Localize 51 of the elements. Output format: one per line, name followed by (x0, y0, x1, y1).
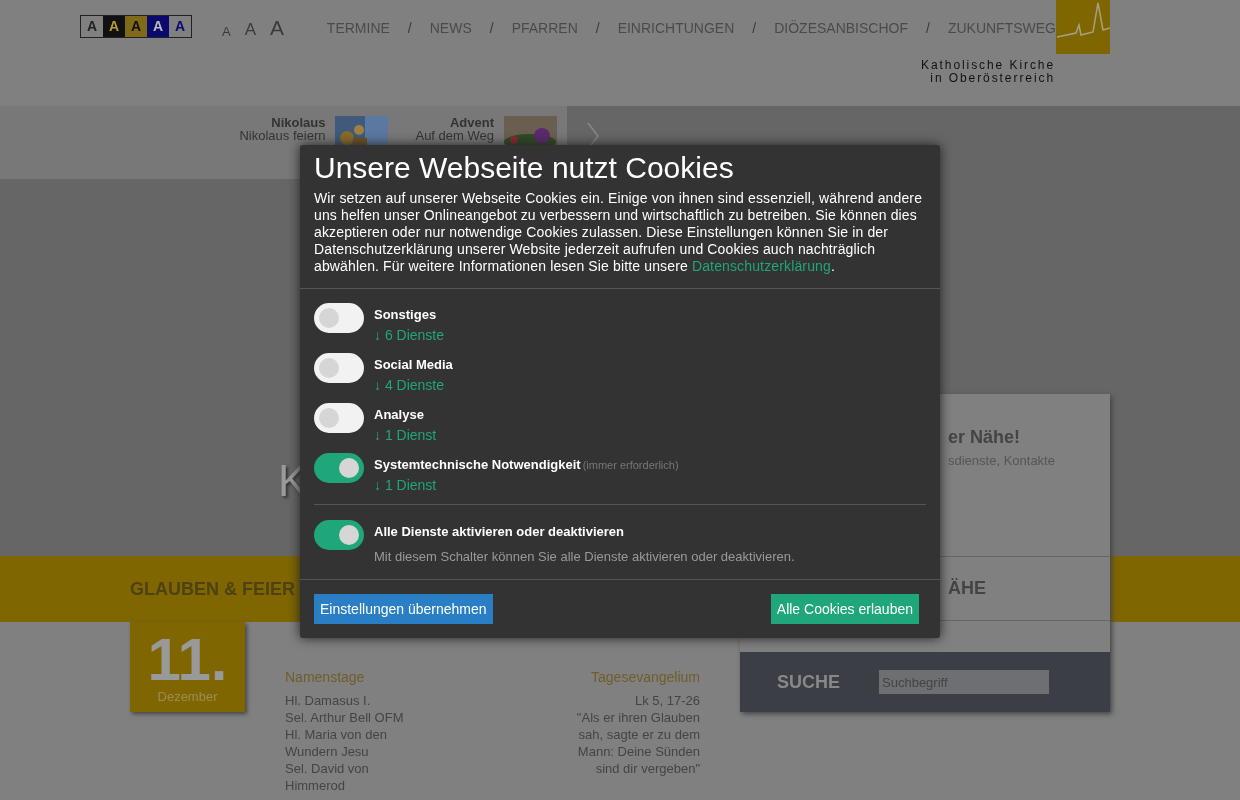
dialog-title: Unsere Webseite nutzt Cookies (314, 150, 735, 186)
name-entry: Hl. Damasus I. (285, 692, 372, 709)
toggle-switch[interactable] (314, 453, 364, 483)
master-label: Alle Dienste aktivieren oder deaktivieren (374, 523, 625, 541)
name-entry: Sel. Arthur Bell OFM (285, 709, 405, 726)
privacy-link[interactable]: Datenschutzerklärung (691, 258, 831, 274)
section-heading: Tagesevangelium (591, 668, 700, 687)
category-name: Analyse (374, 406, 424, 424)
contrast-option[interactable]: A (147, 16, 169, 37)
contrast-option[interactable]: A (125, 16, 147, 37)
toggle-switch[interactable] (314, 520, 364, 550)
category-note: (immer erforderlich) (582, 458, 679, 473)
teaser-title[interactable]: Advent (449, 116, 494, 129)
category-name: Social Media (374, 356, 453, 374)
accept-all-button[interactable]: Alle Cookies erlauben (770, 594, 919, 624)
gospel-quote: "Als er ihren Glauben sah, sagte er zu dem Mann: Deine Sünden sind dir vergeben" (575, 709, 700, 777)
logo-text: Katholische Kirche in Oberösterreich (921, 59, 1055, 85)
nav-separator: / (752, 19, 757, 38)
category-name: Sonstiges (374, 306, 437, 324)
nav-separator: / (407, 19, 412, 38)
search-label: SUCHE (777, 670, 840, 694)
card-title: er Nähe! (948, 426, 1022, 449)
nav-separator: / (595, 19, 600, 38)
save-settings-button[interactable]: Einstellungen übernehmen (314, 594, 493, 624)
contrast-option[interactable]: A (103, 16, 125, 37)
teaser-subtitle: Auf dem Weg (415, 129, 494, 142)
card-section-title: ÄHE (948, 577, 986, 600)
logo-icon (1056, 0, 1110, 54)
nav-separator: / (489, 19, 494, 38)
toggle-switch[interactable] (314, 303, 364, 333)
section-heading: Namenstage (285, 668, 366, 687)
name-entry: Hl. Maria von den Wundern Jesu (285, 726, 388, 760)
category-name: Systemtechnische Notwendigkeit (374, 456, 581, 474)
date-day: 11. (147, 630, 228, 690)
name-entry: Sel. David von Himmerod (285, 760, 370, 794)
services-link[interactable]: ↓ 4 Dienste (374, 374, 453, 395)
font-size-option[interactable]: A (270, 17, 285, 38)
date-month: Dezember (157, 690, 218, 703)
dialog-text: Wir setzen auf unserer Webseite Cookies ein. Einige von ihnen sind essenziell, während andere uns helfen unser Onlineangebot zu verbessern und wirtschaftlich zu betreiben. Sie können dies akzeptieren oder nur notwendige Cookies zulassen. Diese Einstellungen können Sie in der Datenschutzerklärung unserer Website jederzeit aufrufen und Cookies auch nachträglich abwählen. Für weitere Informationen lesen Sie bitte unsere Datenschutzerklärung. (314, 190, 924, 275)
toggle-switch[interactable] (314, 353, 364, 383)
nav-separator: / (926, 19, 930, 38)
services-link[interactable]: ↓ 1 Dienst (374, 424, 437, 445)
master-description: Mit diesem Schalter können Sie alle Dienste aktivieren oder deaktivieren. (374, 547, 795, 566)
services-link[interactable]: ↓ 1 Dienst (374, 474, 679, 495)
teaser-title[interactable]: Nikolaus (271, 116, 326, 129)
toggle-switch[interactable] (314, 403, 364, 433)
services-link[interactable]: ↓ 6 Dienste (374, 324, 445, 345)
gospel-reference: Lk 5, 17-26 (634, 692, 700, 709)
font-size-option[interactable]: A (244, 21, 256, 38)
font-size-option[interactable]: A (222, 25, 231, 38)
teaser-subtitle: Nikolaus feiern (239, 129, 326, 142)
